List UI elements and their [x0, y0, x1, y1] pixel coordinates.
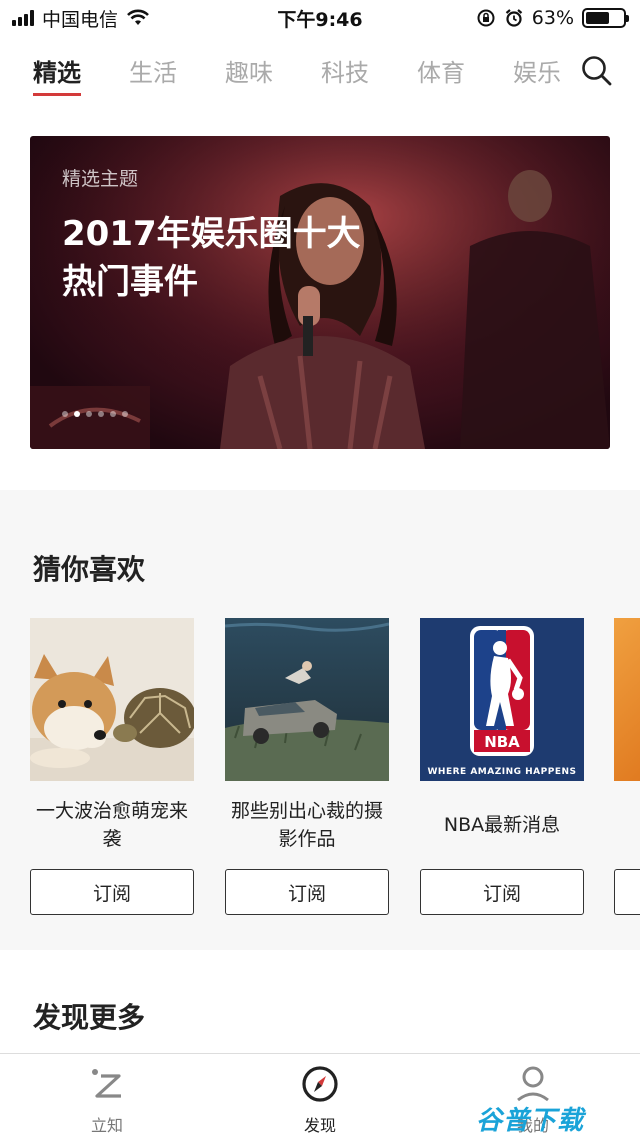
tab-1[interactable]: 生活	[129, 56, 177, 100]
card-thumbnail[interactable]	[614, 618, 640, 781]
carousel-dots	[62, 411, 128, 417]
nba-tagline: WHERE AMAZING HAPPENS	[427, 767, 577, 777]
nba-logo	[420, 618, 584, 781]
card-thumbnail[interactable]: NBA WHERE AMAZING HAPPENS	[420, 618, 584, 781]
carousel-dot[interactable]	[74, 411, 80, 417]
recommend-section-title: 猜你喜欢	[33, 553, 146, 586]
rotation-lock-icon	[477, 9, 495, 27]
bottom-navigation: 立知 发现 我的 谷普下载	[0, 1053, 640, 1138]
signal-strength-icon	[12, 10, 34, 26]
nba-logo-text: NBA	[484, 733, 520, 751]
recommend-card[interactable]: 那些别出心裁的摄影作品 订阅	[225, 618, 389, 915]
battery-percent: 63%	[531, 7, 574, 29]
compass-icon	[302, 1066, 338, 1102]
recommend-card-list: 一大波治愈萌宠来袭 订阅 那些别出心裁的摄影作品 订阅 NBA WHERE AM…	[30, 618, 640, 918]
shiba-dog-and-tortoise-image	[30, 618, 194, 781]
carousel-dot[interactable]	[122, 411, 128, 417]
carousel-dot[interactable]	[62, 411, 68, 417]
wifi-icon	[127, 9, 149, 25]
nav-item-discover[interactable]: 发现	[270, 1064, 370, 1136]
lizhi-icon	[92, 1069, 121, 1098]
tab-5[interactable]: 娱乐	[513, 56, 561, 100]
carousel-dot[interactable]	[98, 411, 104, 417]
alarm-icon	[505, 9, 522, 27]
card-title: 一大波治愈萌宠来袭	[35, 800, 188, 850]
card-title: 那些别出心裁的摄影作品	[230, 800, 383, 850]
featured-banner[interactable]: 精选主题 2017年娱乐圈十大热门事件	[30, 136, 610, 449]
recommend-card[interactable]: NBA WHERE AMAZING HAPPENS NBA最新消息 订阅	[420, 618, 584, 915]
nav-label: 立知	[90, 1116, 123, 1135]
battery-icon	[582, 8, 629, 28]
tab-0[interactable]: 精选	[33, 56, 81, 100]
profile-icon	[517, 1066, 549, 1102]
tab-3[interactable]: 科技	[321, 56, 369, 100]
tab-4[interactable]: 体育	[417, 56, 465, 100]
subscribe-button[interactable]: 订阅	[420, 869, 584, 915]
card-thumbnail[interactable]	[225, 618, 389, 781]
carousel-dot[interactable]	[110, 411, 116, 417]
carousel-dot[interactable]	[86, 411, 92, 417]
card-thumbnail[interactable]	[30, 618, 194, 781]
card-title: NBA最新消息	[443, 814, 561, 836]
subscribe-button[interactable]: 订阅	[30, 869, 194, 915]
recommend-card[interactable]: 一大波治愈萌宠来袭 订阅	[30, 618, 194, 915]
banner-subtitle: 精选主题	[62, 168, 139, 190]
nav-label: 发现	[303, 1116, 336, 1135]
tab-2[interactable]: 趣味	[225, 56, 273, 100]
subscribe-button[interactable]: 订阅	[225, 869, 389, 915]
category-tab-bar: 精选 生活 趣味 科技 体育 娱乐	[0, 44, 640, 104]
nav-item-lizhi[interactable]: 立知	[57, 1064, 157, 1136]
recommend-card-partial[interactable]	[614, 618, 640, 915]
underwater-car-image	[225, 618, 389, 781]
carrier-label: 中国电信	[42, 8, 119, 31]
banner-title: 2017年娱乐圈十大热门事件	[62, 214, 361, 302]
watermark-logo: 谷普下载	[475, 1106, 584, 1136]
subscribe-button[interactable]	[614, 869, 640, 915]
status-bar: 中国电信 下午9:46 63%	[0, 0, 640, 36]
discover-section-title: 发现更多	[33, 1001, 146, 1034]
search-icon[interactable]	[580, 54, 614, 88]
